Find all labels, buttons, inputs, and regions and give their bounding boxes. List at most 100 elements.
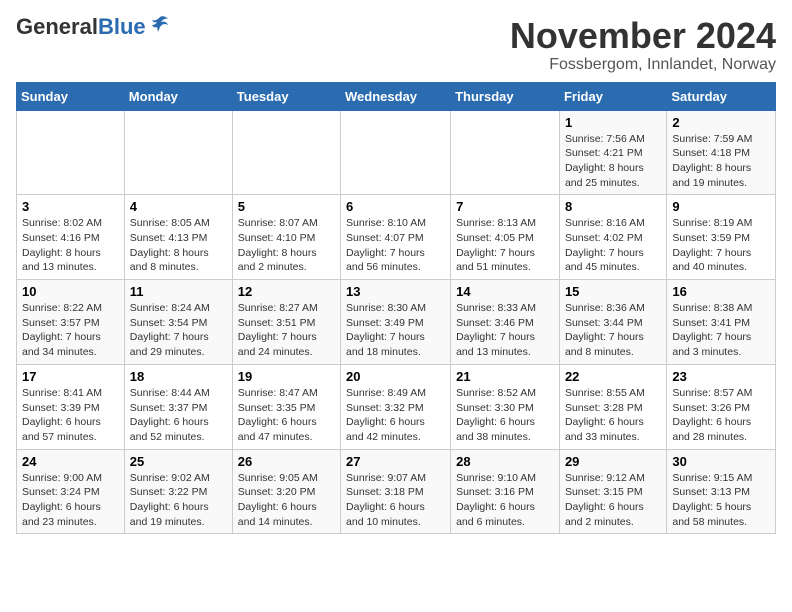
day-number: 1 [565, 115, 661, 130]
day-number: 20 [346, 369, 445, 384]
day-detail: Sunrise: 8:49 AMSunset: 3:32 PMDaylight:… [346, 386, 445, 445]
day-detail: Sunrise: 8:55 AMSunset: 3:28 PMDaylight:… [565, 386, 661, 445]
day-detail: Sunrise: 8:22 AMSunset: 3:57 PMDaylight:… [22, 301, 119, 360]
day-number: 23 [672, 369, 770, 384]
day-number: 11 [130, 284, 227, 299]
day-detail: Sunrise: 8:36 AMSunset: 3:44 PMDaylight:… [565, 301, 661, 360]
weekday-monday: Monday [124, 82, 232, 110]
day-cell-12: 12 Sunrise: 8:27 AMSunset: 3:51 PMDayligh… [232, 280, 340, 365]
day-number: 27 [346, 454, 445, 469]
day-detail: Sunrise: 8:07 AMSunset: 4:10 PMDaylight:… [238, 216, 335, 275]
day-detail: Sunrise: 8:47 AMSunset: 3:35 PMDaylight:… [238, 386, 335, 445]
weekday-tuesday: Tuesday [232, 82, 340, 110]
day-detail: Sunrise: 8:44 AMSunset: 3:37 PMDaylight:… [130, 386, 227, 445]
weekday-saturday: Saturday [667, 82, 776, 110]
day-number: 17 [22, 369, 119, 384]
logo-bird-icon [148, 14, 170, 36]
day-cell-13: 13Sunrise: 8:30 AMSunset: 3:49 PMDayligh… [341, 280, 451, 365]
logo-blue: Blue [98, 14, 146, 39]
day-number: 26 [238, 454, 335, 469]
week-row-1: 1 Sunrise: 7:56 AMSunset: 4:21 PMDaylight… [17, 110, 776, 195]
day-cell-19: 19 Sunrise: 8:47 AMSunset: 3:35 PMDayligh… [232, 364, 340, 449]
day-cell-29: 29Sunrise: 9:12 AMSunset: 3:15 PMDayligh… [559, 449, 666, 534]
day-cell-23: 23 Sunrise: 8:57 AMSunset: 3:26 PMDayligh… [667, 364, 776, 449]
day-cell-30: 30 Sunrise: 9:15 AMSunset: 3:13 PMDayligh… [667, 449, 776, 534]
day-detail: Sunrise: 8:24 AMSunset: 3:54 PMDaylight:… [130, 301, 227, 360]
day-cell-6: 6 Sunrise: 8:10 AMSunset: 4:07 PMDaylight… [341, 195, 451, 280]
day-number: 19 [238, 369, 335, 384]
day-cell-14: 14 Sunrise: 8:33 AMSunset: 3:46 PMDayligh… [451, 280, 560, 365]
day-cell-8: 8Sunrise: 8:16 AMSunset: 4:02 PMDaylight… [559, 195, 666, 280]
day-detail: Sunrise: 8:16 AMSunset: 4:02 PMDaylight:… [565, 216, 661, 275]
weekday-header-row: SundayMondayTuesdayWednesdayThursdayFrid… [17, 82, 776, 110]
day-cell-24: 24 Sunrise: 9:00 AMSunset: 3:24 PMDayligh… [17, 449, 125, 534]
day-detail: Sunrise: 8:27 AMSunset: 3:51 PMDaylight:… [238, 301, 335, 360]
week-row-5: 24 Sunrise: 9:00 AMSunset: 3:24 PMDayligh… [17, 449, 776, 534]
title-area: November 2024 Fossbergom, Innlandet, Nor… [510, 16, 776, 74]
day-detail: Sunrise: 8:19 AMSunset: 3:59 PMDaylight:… [672, 216, 770, 275]
day-cell-2: 2 Sunrise: 7:59 AMSunset: 4:18 PMDaylight… [667, 110, 776, 195]
day-detail: Sunrise: 8:02 AMSunset: 4:16 PMDaylight:… [22, 216, 119, 275]
day-detail: Sunrise: 9:05 AMSunset: 3:20 PMDaylight:… [238, 471, 335, 530]
day-number: 18 [130, 369, 227, 384]
day-detail: Sunrise: 8:05 AMSunset: 4:13 PMDaylight:… [130, 216, 227, 275]
day-cell-7: 7 Sunrise: 8:13 AMSunset: 4:05 PMDaylight… [451, 195, 560, 280]
logo-general: General [16, 14, 98, 39]
day-number: 14 [456, 284, 554, 299]
day-number: 24 [22, 454, 119, 469]
day-detail: Sunrise: 9:15 AMSunset: 3:13 PMDaylight:… [672, 471, 770, 530]
day-detail: Sunrise: 9:10 AMSunset: 3:16 PMDaylight:… [456, 471, 554, 530]
day-cell-26: 26 Sunrise: 9:05 AMSunset: 3:20 PMDayligh… [232, 449, 340, 534]
month-title: November 2024 [510, 16, 776, 56]
day-cell-11: 11 Sunrise: 8:24 AMSunset: 3:54 PMDayligh… [124, 280, 232, 365]
calendar-header: SundayMondayTuesdayWednesdayThursdayFrid… [17, 82, 776, 110]
day-number: 28 [456, 454, 554, 469]
day-number: 22 [565, 369, 661, 384]
day-cell-22: 22 Sunrise: 8:55 AMSunset: 3:28 PMDayligh… [559, 364, 666, 449]
empty-cell [17, 110, 125, 195]
day-cell-16: 16Sunrise: 8:38 AMSunset: 3:41 PMDayligh… [667, 280, 776, 365]
day-cell-9: 9Sunrise: 8:19 AMSunset: 3:59 PMDaylight… [667, 195, 776, 280]
calendar-body: 1 Sunrise: 7:56 AMSunset: 4:21 PMDaylight… [17, 110, 776, 534]
week-row-2: 3 Sunrise: 8:02 AMSunset: 4:16 PMDaylight… [17, 195, 776, 280]
weekday-thursday: Thursday [451, 82, 560, 110]
day-detail: Sunrise: 7:56 AMSunset: 4:21 PMDaylight:… [565, 132, 661, 191]
day-detail: Sunrise: 8:41 AMSunset: 3:39 PMDaylight:… [22, 386, 119, 445]
day-detail: Sunrise: 8:10 AMSunset: 4:07 PMDaylight:… [346, 216, 445, 275]
weekday-wednesday: Wednesday [341, 82, 451, 110]
day-number: 21 [456, 369, 554, 384]
day-cell-27: 27Sunrise: 9:07 AMSunset: 3:18 PMDayligh… [341, 449, 451, 534]
day-number: 30 [672, 454, 770, 469]
day-detail: Sunrise: 9:00 AMSunset: 3:24 PMDaylight:… [22, 471, 119, 530]
day-detail: Sunrise: 8:13 AMSunset: 4:05 PMDaylight:… [456, 216, 554, 275]
day-detail: Sunrise: 8:57 AMSunset: 3:26 PMDaylight:… [672, 386, 770, 445]
day-number: 5 [238, 199, 335, 214]
day-number: 13 [346, 284, 445, 299]
day-number: 7 [456, 199, 554, 214]
day-number: 6 [346, 199, 445, 214]
empty-cell [341, 110, 451, 195]
day-number: 25 [130, 454, 227, 469]
day-cell-5: 5 Sunrise: 8:07 AMSunset: 4:10 PMDaylight… [232, 195, 340, 280]
day-detail: Sunrise: 8:52 AMSunset: 3:30 PMDaylight:… [456, 386, 554, 445]
day-number: 10 [22, 284, 119, 299]
day-number: 4 [130, 199, 227, 214]
day-cell-10: 10 Sunrise: 8:22 AMSunset: 3:57 PMDayligh… [17, 280, 125, 365]
day-cell-25: 25Sunrise: 9:02 AMSunset: 3:22 PMDayligh… [124, 449, 232, 534]
location: Fossbergom, Innlandet, Norway [510, 56, 776, 74]
logo: GeneralBlue [16, 16, 170, 38]
day-detail: Sunrise: 8:38 AMSunset: 3:41 PMDaylight:… [672, 301, 770, 360]
week-row-4: 17 Sunrise: 8:41 AMSunset: 3:39 PMDayligh… [17, 364, 776, 449]
day-cell-21: 21 Sunrise: 8:52 AMSunset: 3:30 PMDayligh… [451, 364, 560, 449]
empty-cell [124, 110, 232, 195]
calendar: SundayMondayTuesdayWednesdayThursdayFrid… [16, 82, 776, 535]
day-detail: Sunrise: 7:59 AMSunset: 4:18 PMDaylight:… [672, 132, 770, 191]
day-detail: Sunrise: 9:12 AMSunset: 3:15 PMDaylight:… [565, 471, 661, 530]
day-number: 12 [238, 284, 335, 299]
day-cell-4: 4 Sunrise: 8:05 AMSunset: 4:13 PMDaylight… [124, 195, 232, 280]
day-number: 15 [565, 284, 661, 299]
empty-cell [451, 110, 560, 195]
day-number: 2 [672, 115, 770, 130]
day-number: 3 [22, 199, 119, 214]
day-detail: Sunrise: 8:33 AMSunset: 3:46 PMDaylight:… [456, 301, 554, 360]
